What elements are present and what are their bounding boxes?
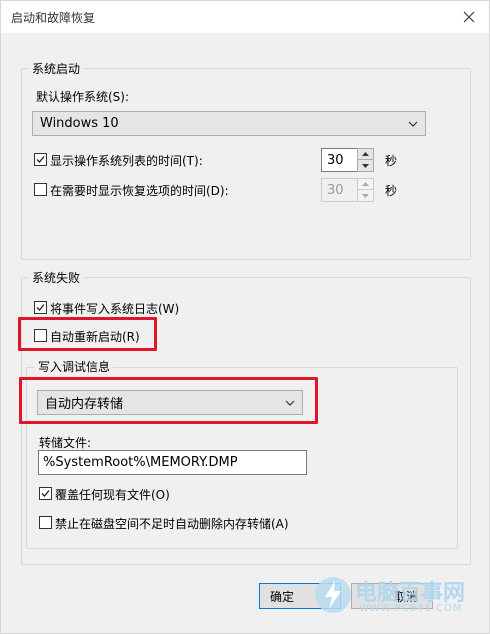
debug-info-type-highlight (19, 377, 318, 424)
watermark-url: WWW.PC841.COM (359, 603, 463, 614)
dump-file-value: %SystemRoot%\MEMORY.DMP (43, 455, 238, 470)
overwrite-label: 覆盖任何现有文件(O) (55, 488, 170, 502)
spin-down-button (358, 190, 373, 201)
disable-low-disk-delete-label: 禁止在磁盘空间不足时自动删除内存转储(A) (55, 517, 289, 531)
write-event-log-checkbox[interactable] (34, 301, 47, 314)
overwrite-checkbox[interactable] (39, 487, 52, 500)
show-recovery-label: 在需要时显示恢复选项的时间(D): (50, 184, 229, 198)
close-icon (463, 11, 475, 23)
chevron-down-icon (401, 121, 425, 127)
watermark-logo-icon (315, 577, 351, 613)
arrow-down-icon (362, 163, 369, 168)
startup-recovery-dialog: 启动和故障恢复 系统启动 默认操作系统(S): Windows 10 显示操作系… (0, 0, 490, 634)
spin-down-button[interactable] (358, 160, 373, 171)
system-startup-legend: 系统启动 (29, 60, 84, 77)
auto-restart-highlight (18, 317, 157, 351)
checkmark-icon (36, 304, 45, 311)
dialog-title: 启动和故障恢复 (11, 11, 96, 25)
ok-button-label: 确定 (269, 589, 294, 604)
arrow-up-icon (362, 152, 369, 156)
debug-info-legend: 写入调试信息 (35, 358, 114, 375)
close-button[interactable] (449, 1, 489, 33)
show-os-list-spinner[interactable] (357, 148, 374, 172)
show-os-list-label: 显示操作系统列表的时间(T): (50, 154, 203, 168)
write-event-log-label: 将事件写入系统日志(W) (50, 302, 180, 316)
spin-up-button (358, 179, 373, 190)
show-os-list-checkbox[interactable] (34, 153, 47, 166)
dump-file-label: 转储文件: (39, 436, 92, 450)
system-failure-legend: 系统失败 (29, 269, 84, 286)
default-os-select[interactable]: Windows 10 (32, 111, 426, 136)
show-recovery-spinner (357, 178, 374, 202)
default-os-label: 默认操作系统(S): (36, 90, 130, 104)
watermark-logo: 电脑百事网 WWW.PC841.COM (313, 573, 483, 619)
show-recovery-seconds-input: 30 (321, 178, 359, 202)
arrow-up-icon (362, 182, 369, 186)
disable-low-disk-delete-checkbox[interactable] (39, 516, 52, 529)
arrow-down-icon (362, 193, 369, 198)
checkmark-icon (41, 490, 50, 497)
show-os-list-seconds-value: 30 (327, 152, 344, 168)
show-recovery-checkbox[interactable] (34, 183, 47, 196)
show-recovery-seconds-value: 30 (327, 182, 344, 198)
default-os-value: Windows 10 (40, 116, 119, 131)
spin-up-button[interactable] (358, 149, 373, 160)
title-bar: 启动和故障恢复 (1, 1, 489, 33)
checkmark-icon (36, 156, 45, 163)
show-os-list-seconds-input[interactable]: 30 (321, 148, 359, 172)
dump-file-input[interactable]: %SystemRoot%\MEMORY.DMP (38, 450, 307, 475)
show-recovery-unit: 秒 (385, 184, 398, 198)
show-os-list-unit: 秒 (385, 154, 398, 168)
